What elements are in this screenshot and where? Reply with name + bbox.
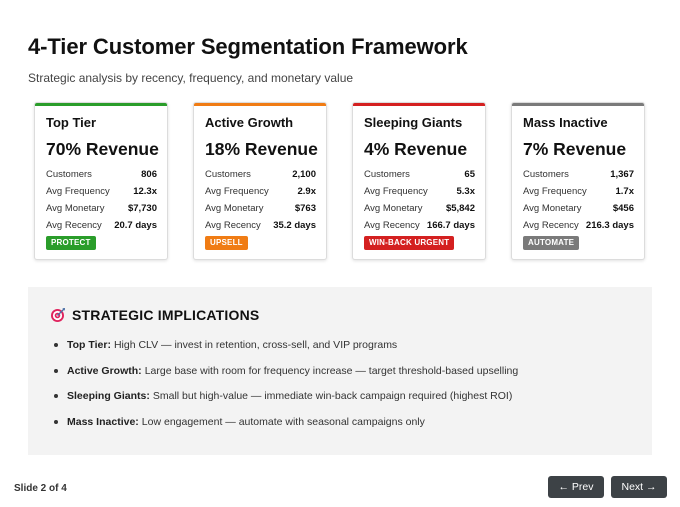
bullet (54, 394, 58, 398)
page-title: 4-Tier Customer Segmentation Framework (28, 34, 468, 59)
next-button[interactable]: Next → (611, 476, 667, 498)
target-icon (51, 308, 65, 322)
metric-monetary: Avg Monetary $763 (205, 200, 316, 217)
metric-frequency: Avg Frequency 1.7x (523, 183, 634, 200)
tier-metrics: Customers 2,100 Avg Frequency 2.9x Avg Mon… (205, 166, 316, 234)
implications-title: STRATEGIC IMPLICATIONS (72, 307, 260, 323)
implication-text: Small but high-value — immediate win-bac… (152, 390, 513, 402)
metric-value: $5,842 (445, 203, 475, 214)
tier-cards: Top Tier 70% Revenue Customers 806 Avg Fr… (34, 102, 647, 262)
bullet (54, 368, 58, 373)
metric-value: 1.7x (615, 186, 635, 197)
metric-label: Customers (46, 169, 92, 180)
metric-frequency: Avg Frequency 2.9x (205, 183, 316, 200)
tier-card-mass-inactive: Mass Inactive 7% Revenue Customers 1,367 … (511, 102, 645, 260)
metric-value: 20.7 days (114, 220, 157, 231)
implication-term: Top Tier: (67, 339, 111, 351)
bullet (54, 419, 58, 424)
list-item: Mass Inactive: Low engagement — automate … (54, 414, 636, 440)
strategic-implications-panel: STRATEGIC IMPLICATIONS Top Tier: High CLV… (28, 287, 652, 455)
implications-list: Top Tier: High CLV — invest in retention,… (54, 337, 636, 439)
metric-label: Avg Monetary (364, 203, 423, 214)
metric-label: Avg Recency (46, 220, 102, 231)
metric-frequency: Avg Frequency 5.3x (364, 183, 475, 200)
metric-recency: Avg Recency 166.7 days (364, 217, 475, 234)
tier-name: Sleeping Giants (364, 115, 463, 130)
bullet (54, 343, 58, 347)
metric-recency: Avg Recency 20.7 days (46, 217, 157, 234)
metric-label: Avg Frequency (205, 186, 269, 197)
metric-label: Avg Monetary (523, 203, 582, 214)
metric-frequency: Avg Frequency 12.3x (46, 183, 157, 200)
metric-customers: Customers 65 (364, 166, 475, 183)
metric-recency: Avg Recency 216.3 days (523, 217, 634, 234)
tier-accent-bar (35, 103, 167, 106)
metric-value: 1,367 (610, 169, 634, 180)
tier-accent-bar (353, 103, 485, 106)
metric-monetary: Avg Monetary $7,730 (46, 200, 157, 217)
tier-name: Top Tier (46, 115, 97, 130)
prev-button[interactable]: ← Prev (548, 476, 604, 498)
implication-term: Sleeping Giants: (67, 390, 150, 402)
metric-customers: Customers 806 (46, 166, 157, 183)
metric-label: Avg Monetary (205, 203, 264, 214)
page-subtitle: Strategic analysis by recency, frequency… (28, 71, 354, 85)
tier-revenue: 70% Revenue (46, 139, 159, 159)
tier-revenue: 4% Revenue (364, 139, 468, 159)
metric-label: Avg Recency (523, 220, 579, 231)
implication-text: Low engagement — automate with seasonal … (141, 415, 425, 428)
metric-label: Avg Frequency (523, 186, 587, 197)
tier-accent-bar (194, 103, 326, 106)
metric-value: 65 (464, 169, 475, 180)
tier-revenue: 7% Revenue (523, 139, 627, 159)
metric-value: 12.3x (133, 186, 157, 197)
metric-recency: Avg Recency 35.2 days (205, 217, 316, 234)
metric-label: Avg Recency (205, 220, 261, 231)
action-badge: PROTECT (46, 236, 96, 250)
list-item: Sleeping Giants: Small but high-value — i… (54, 388, 636, 414)
metric-value: 35.2 days (273, 220, 316, 231)
list-item: Active Growth: Large base with room for f… (54, 363, 636, 389)
metric-customers: Customers 2,100 (205, 166, 316, 183)
tier-name: Active Growth (205, 115, 294, 130)
tier-card-top-tier: Top Tier 70% Revenue Customers 806 Avg Fr… (34, 102, 168, 260)
metric-monetary: Avg Monetary $5,842 (364, 200, 475, 217)
metric-value: 166.7 days (426, 220, 475, 231)
metric-label: Avg Frequency (46, 186, 110, 197)
tier-metrics: Customers 1,367 Avg Frequency 1.7x Avg Mon… (523, 166, 634, 234)
tier-metrics: Customers 65 Avg Frequency 5.3x Avg Moneta… (364, 166, 475, 234)
metric-label: Avg Monetary (46, 203, 105, 214)
metric-value: 216.3 days (585, 220, 634, 231)
metric-monetary: Avg Monetary $456 (523, 200, 634, 217)
metric-label: Customers (364, 169, 410, 180)
implication-text: Large base with room for frequency incre… (144, 364, 519, 377)
tier-accent-bar (512, 103, 644, 106)
metric-value: $763 (294, 203, 316, 214)
metric-value: 5.3x (456, 186, 476, 197)
implication-term: Mass Inactive: (67, 415, 139, 428)
tier-card-active-growth: Active Growth 18% Revenue Customers 2,100… (193, 102, 327, 260)
tier-name: Mass Inactive (523, 115, 608, 130)
tier-card-sleeping-giants: Sleeping Giants 4% Revenue Customers 65 A… (352, 102, 486, 260)
slide-indicator: Slide 2 of 4 (14, 483, 67, 494)
list-item: Top Tier: High CLV — invest in retention,… (54, 337, 636, 363)
action-badge: UPSELL (205, 236, 248, 250)
metric-value: 2,100 (292, 169, 316, 180)
tier-metrics: Customers 806 Avg Frequency 12.3x Avg Mone… (46, 166, 157, 234)
tier-revenue: 18% Revenue (205, 139, 318, 159)
implications-heading: STRATEGIC IMPLICATIONS (50, 307, 259, 323)
metric-label: Customers (523, 169, 569, 180)
implication-term: Active Growth: (67, 364, 142, 377)
metric-value: 806 (141, 169, 157, 180)
metric-customers: Customers 1,367 (523, 166, 634, 183)
metric-label: Avg Frequency (364, 186, 428, 197)
action-badge: AUTOMATE (523, 236, 580, 250)
metric-value: $456 (612, 203, 634, 214)
metric-label: Avg Recency (364, 220, 420, 231)
action-badge: WIN-BACK URGENT (364, 236, 455, 250)
implication-text: High CLV — invest in retention, cross-se… (113, 339, 398, 351)
metric-label: Customers (205, 169, 251, 180)
metric-value: 2.9x (297, 186, 317, 197)
metric-value: $7,730 (127, 203, 157, 214)
